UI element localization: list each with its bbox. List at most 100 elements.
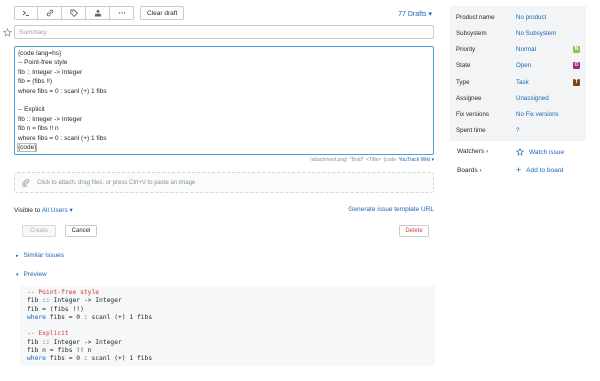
create-button[interactable]: Create bbox=[22, 225, 56, 237]
watchers-toggle[interactable]: Watchers › bbox=[457, 148, 488, 155]
text-cursor-token: {code} bbox=[16, 142, 38, 152]
code-text: fib :: Integer -> Integer bbox=[27, 297, 122, 305]
preview-line: fib = (fibs !!) bbox=[27, 306, 428, 314]
star-icon[interactable] bbox=[3, 28, 12, 37]
editor-line: {code} bbox=[16, 142, 430, 152]
add-to-board-label: Add to board bbox=[526, 167, 564, 174]
code-text: fib = (fibs !!) bbox=[27, 305, 84, 313]
field-fix-versions[interactable]: Fix versions No Fix versions bbox=[456, 109, 582, 119]
field-key: Product name bbox=[456, 13, 495, 21]
preview-line: where fibs = 0 : scanl (+) 1 fibs bbox=[27, 314, 428, 322]
preview-line: fib :: Integer -> Integer bbox=[27, 297, 428, 305]
clear-draft-button[interactable]: Clear draft bbox=[140, 6, 185, 20]
editor-line: -- Point-free style bbox=[18, 59, 68, 67]
attach-hint: Click to attach, drag files, or press Ct… bbox=[37, 179, 196, 186]
delete-button[interactable]: Delete bbox=[399, 225, 429, 237]
drafts-dropdown[interactable]: 77 Drafts ▾ bbox=[398, 10, 432, 18]
field-state[interactable]: State Open O bbox=[456, 60, 582, 70]
field-key: Fix versions bbox=[456, 110, 490, 118]
more-button[interactable] bbox=[110, 6, 134, 20]
code-comment: -- Explicit bbox=[27, 330, 69, 338]
hint-bold: *Bold* bbox=[349, 157, 364, 163]
editor-toolbar: Clear draft bbox=[14, 6, 185, 20]
field-type[interactable]: Type Task T bbox=[456, 77, 582, 87]
preview-line bbox=[27, 322, 428, 330]
field-key: State bbox=[456, 61, 471, 69]
editor-line: {code lang=hs} bbox=[18, 50, 62, 57]
paperclip-icon bbox=[22, 178, 30, 187]
more-icon bbox=[118, 12, 125, 14]
field-priority[interactable]: Priority Normal N bbox=[456, 44, 582, 54]
tag-button[interactable] bbox=[62, 6, 86, 20]
field-key: Subsystem bbox=[456, 29, 487, 37]
editor-line: where fibs = 0 : scanl (+) 1 fibs bbox=[18, 134, 107, 142]
preview-line: fib :: Integer -> Integer bbox=[27, 339, 428, 347]
editor-line: fib :: Integer -> Integer bbox=[18, 115, 83, 123]
issue-editor: Clear draft 77 Drafts ▾ Summary {code la… bbox=[0, 0, 446, 381]
hint-title: <Title> bbox=[366, 157, 382, 163]
chevron-down-icon: ▾ bbox=[16, 271, 19, 278]
visibility-button[interactable] bbox=[86, 6, 110, 20]
command-button[interactable] bbox=[14, 6, 38, 20]
generate-template-url-link[interactable]: Generate issue template URL bbox=[348, 206, 434, 213]
editor-line: -- Explicit bbox=[18, 106, 45, 114]
preview-line: -- Explicit bbox=[27, 330, 428, 338]
field-key: Spent time bbox=[456, 126, 486, 134]
summary-input[interactable]: Summary bbox=[14, 25, 434, 39]
link-issue-button[interactable] bbox=[38, 6, 62, 20]
field-key: Type bbox=[456, 78, 470, 86]
preview-toggle[interactable]: ▾ Preview bbox=[16, 271, 47, 278]
preview-code-block: -- Point-free style fib :: Integer -> Int… bbox=[20, 286, 435, 366]
visibility-row: Visible to All Users ▾ bbox=[14, 206, 73, 214]
field-assignee[interactable]: Assignee Unassigned bbox=[456, 93, 582, 103]
field-color-chip: O bbox=[573, 61, 580, 69]
field-color-chip: T bbox=[573, 78, 580, 86]
field-value[interactable]: No product bbox=[516, 14, 546, 21]
editor-line: fib :: Integer -> Integer bbox=[18, 68, 83, 76]
field-key: Priority bbox=[456, 45, 476, 53]
code-keyword: where bbox=[27, 355, 46, 363]
hint-attachment: !attachment.png! bbox=[310, 157, 348, 163]
field-value[interactable]: No Fix versions bbox=[516, 111, 559, 118]
star-icon bbox=[516, 148, 524, 156]
description-editor[interactable]: {code lang=hs} -- Point-free style fib :: … bbox=[14, 46, 434, 155]
youtrack-wiki-link[interactable]: YouTrack Wiki ▾ bbox=[399, 157, 434, 163]
chevron-right-icon: ▸ bbox=[16, 252, 19, 259]
field-value[interactable]: Normal bbox=[516, 46, 536, 53]
visibility-label: Visible to bbox=[14, 207, 41, 214]
terminal-icon bbox=[22, 10, 29, 16]
code-keyword: where bbox=[27, 313, 46, 321]
code-text: fib :: Integer -> Integer bbox=[27, 338, 122, 346]
field-value[interactable]: No Subsystem bbox=[516, 30, 556, 37]
code-text: fibs = 0 : scanl (+) 1 fibs bbox=[45, 355, 153, 363]
code-comment: -- Point-free style bbox=[27, 289, 100, 296]
boards-toggle[interactable]: Boards › bbox=[457, 167, 482, 174]
visibility-dropdown[interactable]: All Users ▾ bbox=[42, 207, 73, 214]
add-to-board-button[interactable]: + Add to board bbox=[516, 165, 564, 175]
editor-line: fib n = fibs !! n bbox=[18, 125, 59, 133]
field-value[interactable]: Unassigned bbox=[516, 95, 549, 102]
field-value[interactable]: Task bbox=[516, 79, 529, 86]
preview-line: fib n = fibs !! n bbox=[27, 347, 428, 355]
markup-hint: !attachment.png! *Bold* <Title> {code Yo… bbox=[309, 157, 434, 163]
watch-issue-button[interactable]: Watch issue bbox=[516, 148, 564, 156]
preview-line: -- Point-free style bbox=[27, 289, 428, 297]
link-icon bbox=[46, 9, 53, 17]
field-value[interactable]: ? bbox=[516, 127, 519, 134]
field-key: Assignee bbox=[456, 94, 482, 102]
code-text: fibs = 0 : scanl (+) 1 fibs bbox=[45, 313, 153, 321]
field-value[interactable]: Open bbox=[516, 62, 531, 69]
field-spent-time[interactable]: Spent time? bbox=[456, 125, 582, 135]
similar-issues-toggle[interactable]: ▸ Similar Issues bbox=[16, 252, 64, 259]
plus-icon: + bbox=[516, 165, 522, 175]
field-subsystem[interactable]: Subsystem No Subsystem bbox=[456, 28, 582, 38]
cancel-button[interactable]: Cancel bbox=[65, 225, 97, 237]
attachment-dropzone[interactable]: Click to attach, drag files, or press Ct… bbox=[14, 172, 434, 193]
tag-icon bbox=[69, 9, 78, 18]
hint-code: {code bbox=[383, 157, 397, 163]
editor-line: where fibs = 0 : scanl (+) 1 fibs bbox=[18, 87, 107, 95]
user-stamp-icon bbox=[94, 10, 101, 17]
field-product-name[interactable]: Product name No product bbox=[456, 12, 582, 22]
preview-label: Preview bbox=[23, 271, 47, 278]
